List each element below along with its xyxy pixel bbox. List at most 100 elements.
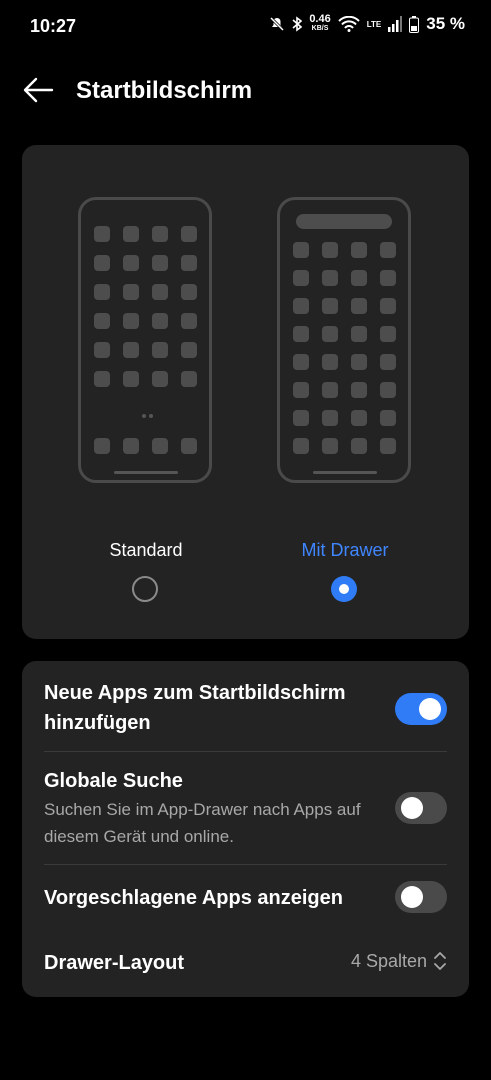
- app-icon-placeholder: [94, 226, 110, 242]
- standard-layout-preview[interactable]: [78, 197, 212, 483]
- app-icon-placeholder: [152, 342, 168, 358]
- app-icon-placeholder: [181, 438, 197, 454]
- standard-radio[interactable]: [132, 576, 158, 602]
- app-icon-placeholder: [293, 354, 309, 370]
- app-icon-placeholder: [351, 410, 367, 426]
- app-icon-placeholder: [123, 313, 139, 329]
- network-speed-unit: KB/S: [311, 25, 329, 32]
- drawer-layout-preview[interactable]: [277, 197, 411, 483]
- app-icon-placeholder: [152, 438, 168, 454]
- app-icon-placeholder: [181, 371, 197, 387]
- global-search-row[interactable]: Globale Suche Suchen Sie im App-Drawer n…: [44, 766, 384, 850]
- app-icon-placeholder: [94, 438, 110, 454]
- home-bar: [114, 471, 178, 474]
- network-type: LTE: [366, 19, 382, 29]
- drawer-layout-selector[interactable]: 4 Spalten: [351, 950, 447, 972]
- app-icon-placeholder: [152, 284, 168, 300]
- drawer-layout-label: Drawer-Layout: [44, 952, 185, 974]
- app-icon-placeholder: [123, 255, 139, 271]
- layout-picker-card: Standard Mit Drawer: [22, 145, 469, 639]
- app-icon-placeholder: [351, 438, 367, 454]
- app-icon-placeholder: [293, 438, 309, 454]
- page-indicator: [142, 414, 153, 418]
- drawer-option-label: Mit Drawer: [301, 540, 389, 560]
- drawer-layout-row[interactable]: Drawer-Layout: [44, 948, 294, 978]
- app-icon-placeholder: [181, 313, 197, 329]
- back-button[interactable]: [22, 76, 54, 104]
- app-icon-placeholder: [293, 382, 309, 398]
- app-icon-placeholder: [181, 342, 197, 358]
- app-icon-placeholder: [181, 255, 197, 271]
- app-icon-placeholder: [181, 284, 197, 300]
- app-icon-placeholder: [94, 284, 110, 300]
- app-icon-placeholder: [380, 438, 396, 454]
- home-bar: [313, 471, 377, 474]
- app-icon-placeholder: [94, 255, 110, 271]
- page-title: Startbildschirm: [76, 77, 253, 104]
- app-icon-placeholder: [322, 270, 338, 286]
- wifi-icon: [338, 16, 360, 32]
- divider: [44, 751, 447, 752]
- divider: [44, 864, 447, 865]
- suggested-apps-label: Vorgeschlagene Apps anzeigen: [44, 887, 343, 909]
- app-icon-placeholder: [322, 326, 338, 342]
- app-icon-placeholder: [293, 410, 309, 426]
- app-icon-placeholder: [380, 410, 396, 426]
- app-icon-placeholder: [293, 326, 309, 342]
- chevron-up-down-icon: [434, 952, 446, 970]
- app-icon-placeholder: [123, 226, 139, 242]
- settings-card: Neue Apps zum Startbildschirm hinzufügen…: [22, 661, 469, 997]
- app-icon-placeholder: [351, 326, 367, 342]
- global-search-description: Suchen Sie im App-Drawer nach Apps auf d…: [44, 800, 361, 846]
- app-icon-placeholder: [123, 438, 139, 454]
- new-apps-toggle[interactable]: [395, 693, 447, 725]
- app-icon-placeholder: [351, 242, 367, 258]
- app-bar: Startbildschirm: [0, 60, 491, 120]
- standard-dock: [94, 438, 197, 454]
- drawer-layout-value: 4 Spalten: [350, 950, 427, 971]
- app-icon-placeholder: [94, 371, 110, 387]
- app-icon-placeholder: [322, 242, 338, 258]
- arrow-left-icon: [23, 77, 54, 103]
- app-icon-placeholder: [322, 438, 338, 454]
- app-icon-placeholder: [152, 313, 168, 329]
- app-icon-placeholder: [322, 298, 338, 314]
- app-icon-placeholder: [293, 242, 309, 258]
- app-icon-placeholder: [123, 284, 139, 300]
- status-icons: 0.46 KB/S LTE 35 %: [269, 14, 465, 34]
- new-apps-row[interactable]: Neue Apps zum Startbildschirm hinzufügen: [44, 678, 384, 738]
- suggested-apps-row[interactable]: Vorgeschlagene Apps anzeigen: [44, 883, 384, 913]
- app-icon-placeholder: [380, 354, 396, 370]
- app-icon-placeholder: [351, 354, 367, 370]
- global-search-toggle[interactable]: [395, 792, 447, 824]
- app-icon-placeholder: [351, 382, 367, 398]
- app-icon-placeholder: [380, 242, 396, 258]
- app-icon-placeholder: [380, 270, 396, 286]
- global-search-label: Globale Suche: [44, 770, 183, 792]
- app-icon-placeholder: [351, 270, 367, 286]
- status-bar: 10:27 0.46 KB/S LTE 35 %: [0, 0, 491, 52]
- app-icon-placeholder: [380, 382, 396, 398]
- app-icon-placeholder: [322, 354, 338, 370]
- app-icon-placeholder: [322, 410, 338, 426]
- app-icon-placeholder: [293, 298, 309, 314]
- drawer-search-bar: [296, 214, 392, 229]
- drawer-radio[interactable]: [331, 576, 357, 602]
- app-icon-placeholder: [123, 342, 139, 358]
- network-speed: 0.46 KB/S: [309, 14, 330, 33]
- app-icon-placeholder: [293, 270, 309, 286]
- app-icon-placeholder: [152, 371, 168, 387]
- app-icon-placeholder: [322, 382, 338, 398]
- standard-app-grid: [94, 226, 197, 387]
- app-icon-placeholder: [94, 313, 110, 329]
- app-icon-placeholder: [351, 298, 367, 314]
- standard-option-label: Standard: [109, 540, 183, 560]
- bluetooth-icon: [292, 16, 303, 32]
- app-icon-placeholder: [94, 342, 110, 358]
- new-apps-label: Neue Apps zum Startbildschirm hinzufügen: [44, 682, 346, 734]
- suggested-apps-toggle[interactable]: [395, 881, 447, 913]
- battery-percentage: 35 %: [426, 14, 465, 33]
- app-icon-placeholder: [152, 255, 168, 271]
- signal-icon: [388, 16, 403, 32]
- mute-icon: [270, 16, 285, 32]
